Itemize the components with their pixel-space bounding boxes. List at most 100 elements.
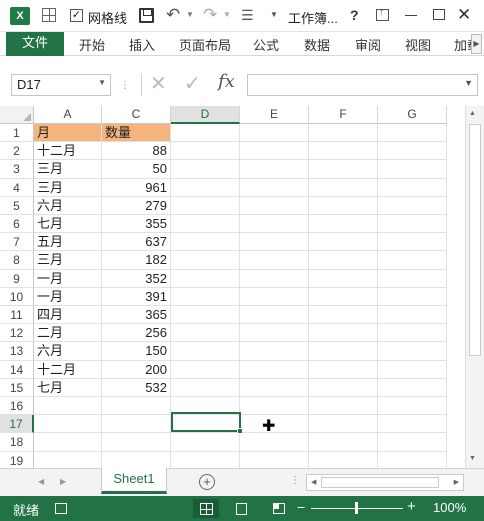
cell-a17[interactable] [34,415,102,434]
tab-file[interactable]: 文件 [6,32,64,56]
cell-a15[interactable]: 七月 [34,378,102,397]
cell-g14[interactable] [378,360,447,379]
cell-g18[interactable] [378,433,447,452]
row-header-6[interactable]: 6 [0,215,34,234]
cell-e14[interactable] [240,360,309,379]
cell-f19[interactable] [309,451,378,468]
zoom-level[interactable]: 100% [433,500,466,515]
cell-f11[interactable] [309,306,378,325]
vertical-scroll-thumb[interactable] [469,124,481,356]
cell-e12[interactable] [240,324,309,343]
column-header-c[interactable]: C [102,106,171,124]
help-icon[interactable]: ? [350,7,359,23]
cell-a12[interactable]: 二月 [34,324,102,343]
row-header-5[interactable]: 5 [0,196,34,215]
cell-e10[interactable] [240,287,309,306]
cell-d2[interactable] [171,142,240,161]
cell-f10[interactable] [309,287,378,306]
scroll-up-icon[interactable]: ▲ [469,110,476,117]
row-header-1[interactable]: 1 [0,124,34,143]
cell-g5[interactable] [378,196,447,215]
cell-c18[interactable] [102,433,171,452]
page-layout-view-icon[interactable] [236,503,247,515]
tab-page-layout[interactable]: 页面布局 [179,35,231,54]
scroll-down-icon[interactable]: ▼ [469,455,476,462]
row-header-8[interactable]: 8 [0,251,34,270]
tab-data[interactable]: 数据 [304,35,330,54]
cell-c11[interactable]: 365 [102,306,171,325]
cell-c15[interactable]: 532 [102,378,171,397]
column-header-d[interactable]: D [171,106,240,124]
ribbon-options-icon[interactable] [376,7,389,21]
close-icon[interactable]: ✕ [457,5,471,25]
cell-d4[interactable] [171,178,240,197]
row-header-11[interactable]: 11 [0,306,34,325]
cell-d11[interactable] [171,306,240,325]
cell-f5[interactable] [309,196,378,215]
row-header-14[interactable]: 14 [0,360,34,379]
cell-a5[interactable]: 六月 [34,196,102,215]
minimize-icon[interactable] [405,15,417,16]
cell-e5[interactable] [240,196,309,215]
horizontal-scrollbar[interactable]: ◀ ▶ [306,474,464,491]
cell-d12[interactable] [171,324,240,343]
redo-dropdown-icon[interactable]: ▼ [223,10,231,19]
header-cell-quantity[interactable]: 数量 [102,124,171,143]
column-header-a[interactable]: A [34,106,102,124]
excel-icon[interactable]: X [10,7,30,25]
cell-e1[interactable] [240,124,309,143]
tab-review[interactable]: 审阅 [355,35,381,54]
cell-c13[interactable]: 150 [102,342,171,361]
cell-e9[interactable] [240,269,309,288]
cell-c7[interactable]: 637 [102,233,171,252]
cell-c4[interactable]: 961 [102,178,171,197]
row-header-7[interactable]: 7 [0,233,34,252]
cell-f8[interactable] [309,251,378,270]
cell-c5[interactable]: 279 [102,196,171,215]
fill-handle[interactable] [237,428,243,434]
cell-a7[interactable]: 五月 [34,233,102,252]
row-header-4[interactable]: 4 [0,178,34,197]
normal-view-icon[interactable] [193,499,219,518]
cell-a8[interactable]: 三月 [34,251,102,270]
redo-icon[interactable]: ↷ [203,5,217,25]
header-cell-month[interactable]: 月 [34,124,102,143]
cell-a6[interactable]: 七月 [34,215,102,234]
cell-a16[interactable] [34,397,102,416]
expand-formula-icon[interactable]: ▼ [464,78,473,88]
row-header-18[interactable]: 18 [0,433,34,452]
cell-f2[interactable] [309,142,378,161]
cell-g10[interactable] [378,287,447,306]
cell-g8[interactable] [378,251,447,270]
cell-d18[interactable] [171,433,240,452]
tab-formulas[interactable]: 公式 [253,35,279,54]
cell-d1[interactable] [171,124,240,143]
cell-g6[interactable] [378,215,447,234]
cell-d5[interactable] [171,196,240,215]
cell-e13[interactable] [240,342,309,361]
tab-split-handle-icon[interactable]: ⋮ [290,475,300,486]
cell-g9[interactable] [378,269,447,288]
customize-dropdown-icon[interactable]: ▼ [270,10,278,19]
cell-d7[interactable] [171,233,240,252]
cell-e16[interactable] [240,397,309,416]
cell-d14[interactable] [171,360,240,379]
column-header-f[interactable]: F [309,106,378,124]
cell-f6[interactable] [309,215,378,234]
row-header-12[interactable]: 12 [0,324,34,343]
cell-a10[interactable]: 一月 [34,287,102,306]
cell-a14[interactable]: 十二月 [34,360,102,379]
cell-e19[interactable] [240,451,309,468]
cancel-icon[interactable]: ✕ [150,71,167,96]
cell-f15[interactable] [309,378,378,397]
row-header-17[interactable]: 17 [0,415,34,434]
tab-view[interactable]: 视图 [405,35,431,54]
cell-d10[interactable] [171,287,240,306]
add-sheet-icon[interactable]: + [199,474,215,490]
cell-c19[interactable] [102,451,171,468]
cell-g19[interactable] [378,451,447,468]
cell-d3[interactable] [171,160,240,179]
cell-f3[interactable] [309,160,378,179]
grid-icon[interactable] [42,8,56,22]
cell-g11[interactable] [378,306,447,325]
